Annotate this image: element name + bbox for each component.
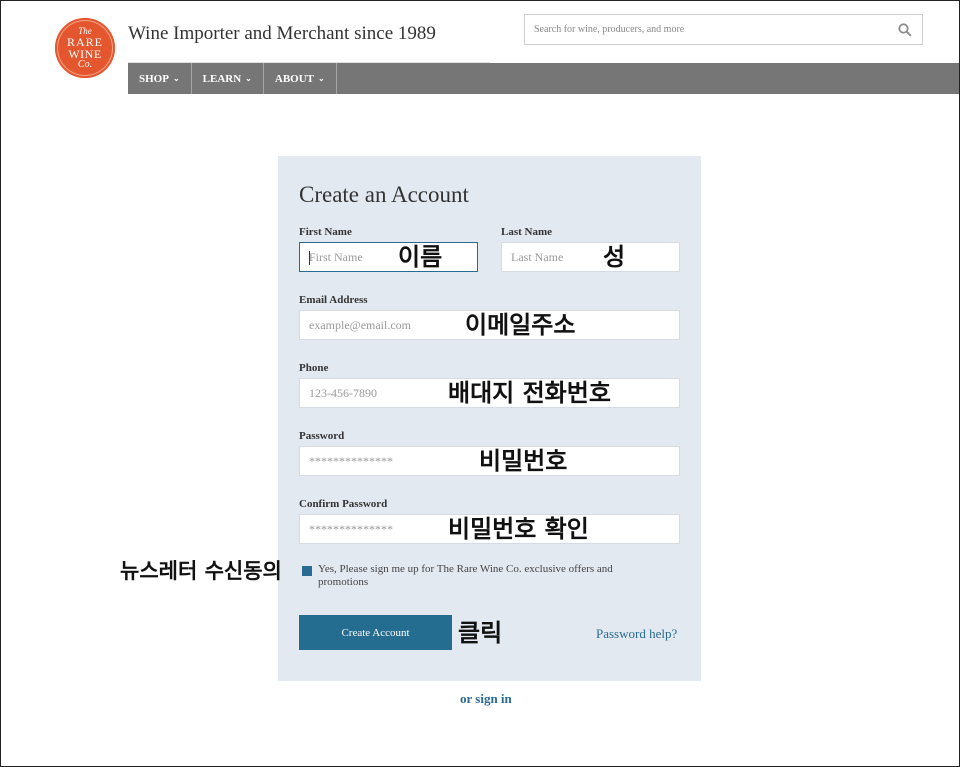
annotation-confirm-password: 비밀번호 확인 bbox=[448, 515, 589, 543]
annotation-phone: 배대지 전화번호 bbox=[448, 379, 611, 407]
text-caret bbox=[309, 251, 310, 265]
nav-item-about[interactable]: ABOUT ⌄ bbox=[264, 63, 337, 94]
main-nav: SHOP ⌄ LEARN ⌄ ABOUT ⌄ bbox=[128, 63, 960, 94]
sign-in-link[interactable]: or sign in bbox=[460, 691, 512, 707]
nav-item-learn[interactable]: LEARN ⌄ bbox=[192, 63, 264, 94]
page-title: Create an Account bbox=[299, 182, 469, 207]
newsletter-checkbox[interactable] bbox=[302, 566, 312, 576]
password-label: Password bbox=[299, 430, 345, 442]
nav-item-shop[interactable]: SHOP ⌄ bbox=[128, 63, 192, 94]
annotation-newsletter: 뉴스레터 수신동의 bbox=[120, 559, 282, 583]
create-account-button[interactable]: Create Account bbox=[299, 615, 452, 650]
chevron-down-icon: ⌄ bbox=[318, 74, 325, 83]
search-bar[interactable] bbox=[524, 14, 923, 45]
annotation-first-name: 이름 bbox=[398, 243, 443, 271]
brand-logo[interactable]: The RARE WINE Co. bbox=[55, 18, 115, 78]
logo-text-line4: Co. bbox=[77, 58, 93, 70]
logo-text-line2: RARE bbox=[66, 34, 103, 49]
nav-item-label: SHOP bbox=[139, 72, 169, 85]
last-name-field[interactable] bbox=[502, 243, 679, 271]
annotation-submit: 클릭 bbox=[458, 619, 503, 647]
password-help-link[interactable]: Password help? bbox=[596, 626, 677, 642]
first-name-field[interactable] bbox=[300, 243, 477, 271]
first-name-field-wrapper bbox=[299, 242, 478, 272]
annotation-email: 이메일주소 bbox=[465, 311, 576, 339]
chevron-down-icon: ⌄ bbox=[172, 74, 180, 83]
site-tagline: Wine Importer and Merchant since 1989 bbox=[128, 23, 436, 44]
nav-item-label: LEARN bbox=[202, 72, 242, 85]
search-input[interactable] bbox=[525, 15, 885, 44]
email-label: Email Address bbox=[299, 294, 368, 306]
first-name-label: First Name bbox=[299, 226, 352, 238]
confirm-password-label: Confirm Password bbox=[299, 498, 388, 510]
last-name-field-wrapper bbox=[501, 242, 680, 272]
phone-label: Phone bbox=[299, 362, 329, 374]
chevron-down-icon: ⌄ bbox=[245, 74, 252, 83]
newsletter-label: Yes, Please sign me up for The Rare Wine… bbox=[318, 563, 613, 588]
last-name-label: Last Name bbox=[501, 226, 553, 238]
search-icon[interactable] bbox=[898, 23, 912, 37]
annotation-last-name: 성 bbox=[603, 243, 626, 271]
logo-text-line3: WINE bbox=[68, 46, 102, 61]
nav-item-label: ABOUT bbox=[274, 72, 314, 85]
annotation-password: 비밀번호 bbox=[479, 447, 568, 475]
